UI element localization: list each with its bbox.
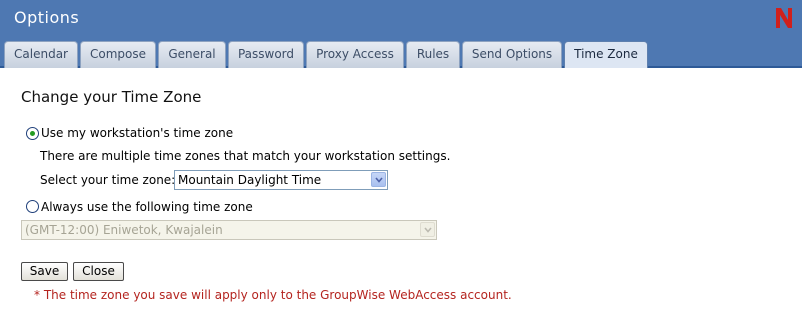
tab-time-zone[interactable]: Time Zone bbox=[564, 41, 648, 68]
fixed-timezone-label[interactable]: Always use the following time zone bbox=[41, 200, 253, 214]
workstation-timezone-label[interactable]: Use my workstation's time zone bbox=[41, 126, 233, 140]
novell-n-icon bbox=[776, 8, 792, 28]
workstation-timezone-radio[interactable] bbox=[26, 127, 39, 140]
chevron-down-icon[interactable] bbox=[371, 172, 386, 187]
tab-password[interactable]: Password bbox=[228, 41, 304, 68]
chevron-down-icon[interactable] bbox=[420, 222, 435, 237]
select-timezone-label: Select your time zone: bbox=[40, 173, 176, 187]
fixed-timezone-radio[interactable] bbox=[26, 200, 39, 213]
save-button[interactable]: Save bbox=[21, 262, 68, 281]
close-button[interactable]: Close bbox=[73, 262, 124, 281]
tab-bar: Calendar Compose General Password Proxy … bbox=[0, 39, 802, 68]
window-title: Options bbox=[14, 8, 80, 27]
tab-general[interactable]: General bbox=[158, 41, 226, 68]
tab-proxy-access[interactable]: Proxy Access bbox=[306, 41, 404, 68]
timezone-select-value: Mountain Daylight Time bbox=[178, 173, 322, 187]
fixed-timezone-select-value: (GMT-12:00) Eniwetok, Kwajalein bbox=[25, 223, 223, 237]
timezone-note: * The time zone you save will apply only… bbox=[34, 288, 512, 302]
page-heading: Change your Time Zone bbox=[21, 88, 202, 106]
tab-rules[interactable]: Rules bbox=[406, 41, 460, 68]
tab-send-options[interactable]: Send Options bbox=[462, 41, 562, 68]
title-bar: Options bbox=[0, 0, 802, 39]
tab-calendar[interactable]: Calendar bbox=[4, 41, 78, 68]
tab-compose[interactable]: Compose bbox=[80, 41, 156, 68]
timezone-info-text: There are multiple time zones that match… bbox=[40, 149, 451, 163]
timezone-select[interactable]: Mountain Daylight Time bbox=[174, 170, 388, 190]
fixed-timezone-select[interactable]: (GMT-12:00) Eniwetok, Kwajalein bbox=[21, 220, 437, 240]
